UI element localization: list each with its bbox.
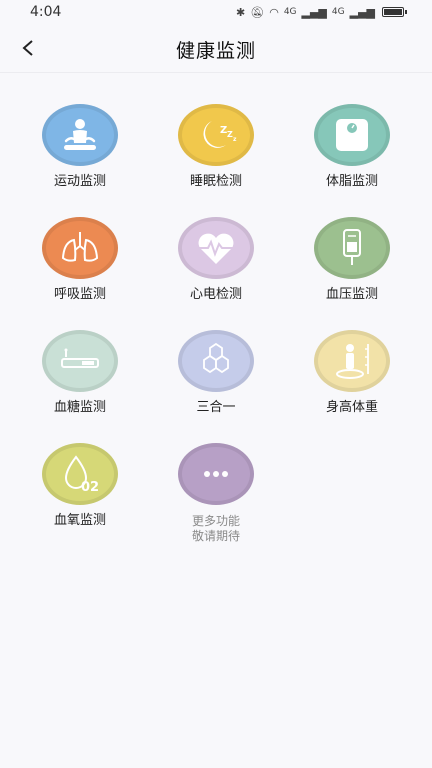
more-circle	[178, 443, 254, 505]
coming-soon-line1: 更多功能	[191, 514, 240, 528]
feature-bp[interactable]: 血压监测	[297, 217, 407, 303]
height-measure-icon	[336, 344, 369, 379]
scale-icon	[336, 119, 368, 151]
meditation-icon	[64, 119, 96, 150]
feature-three-in-one[interactable]: 三合一	[161, 330, 271, 416]
hexagon-molecule-icon	[203, 342, 229, 374]
battery-icon	[382, 7, 407, 17]
ecg-circle	[178, 217, 254, 279]
feature-sleep[interactable]: Z Z z 睡眠检测	[161, 104, 271, 190]
feature-label: 呼吸监测	[53, 287, 106, 302]
sport-circle	[42, 104, 118, 166]
signal-icon-1: ▂▄▆	[301, 5, 327, 19]
network-type-2: 4G	[331, 7, 345, 17]
mute-bell-icon: 🔕︎	[250, 5, 265, 19]
breath-circle	[42, 217, 118, 279]
coming-soon-label: 更多功能 敬请期待	[161, 514, 271, 544]
feature-oxygen[interactable]: 02 血氧监测	[25, 443, 135, 529]
wifi-icon: ◠	[269, 5, 279, 19]
glucose-strip-icon	[61, 348, 99, 368]
feature-label: 血压监测	[325, 287, 378, 302]
feature-label: 运动监测	[53, 174, 106, 189]
oxygen-circle: 02	[42, 443, 118, 505]
feature-bodyfat[interactable]: 体脂监测	[297, 104, 407, 190]
feature-more: 更多功能 敬请期待	[161, 443, 271, 544]
sleep-circle: Z Z z	[178, 104, 254, 166]
lungs-icon	[61, 232, 99, 262]
feature-height-weight[interactable]: 身高体重	[297, 330, 407, 416]
oxygen-drop-icon: 02	[64, 455, 99, 494]
feature-label: 三合一	[196, 400, 236, 415]
feature-label: 睡眠检测	[189, 174, 242, 189]
glucose-circle	[42, 330, 118, 392]
three-in-one-circle	[178, 330, 254, 392]
feature-label: 心电检测	[189, 287, 242, 302]
more-dots-icon	[204, 471, 228, 477]
feature-breath[interactable]: 呼吸监测	[25, 217, 135, 303]
status-time: 4:04	[30, 4, 62, 20]
heartbeat-icon	[198, 233, 234, 264]
feature-label: 体脂监测	[325, 174, 378, 189]
page-title: 健康监测	[175, 40, 256, 62]
iv-bag-icon	[343, 229, 361, 265]
feature-glucose[interactable]: 血糖监测	[25, 330, 135, 416]
svg-text:z: z	[233, 136, 237, 143]
moon-sleep-icon: Z Z z	[203, 121, 237, 148]
coming-soon-line2: 敬请期待	[191, 529, 240, 543]
nav-bar: 健康监测	[0, 24, 432, 73]
feature-ecg[interactable]: 心电检测	[161, 217, 271, 303]
oxygen-badge: 02	[81, 480, 99, 494]
network-type-1: 4G	[283, 7, 297, 17]
signal-icon-2: ▂▄▆	[349, 5, 375, 19]
status-bar: 4:04 ✱ 🔕︎ ◠ 4G ▂▄▆ 4G ▂▄▆	[0, 0, 432, 24]
status-icons: ✱ 🔕︎ ◠ 4G ▂▄▆ 4G ▂▄▆	[236, 5, 407, 19]
bp-circle	[314, 217, 390, 279]
height-weight-circle	[314, 330, 390, 392]
feature-label: 血糖监测	[53, 400, 106, 415]
feature-label: 血氧监测	[53, 513, 106, 528]
bodyfat-circle	[314, 104, 390, 166]
feature-label: 身高体重	[325, 400, 378, 415]
bluetooth-icon: ✱	[236, 5, 246, 19]
feature-sport[interactable]: 运动监测	[25, 104, 135, 190]
